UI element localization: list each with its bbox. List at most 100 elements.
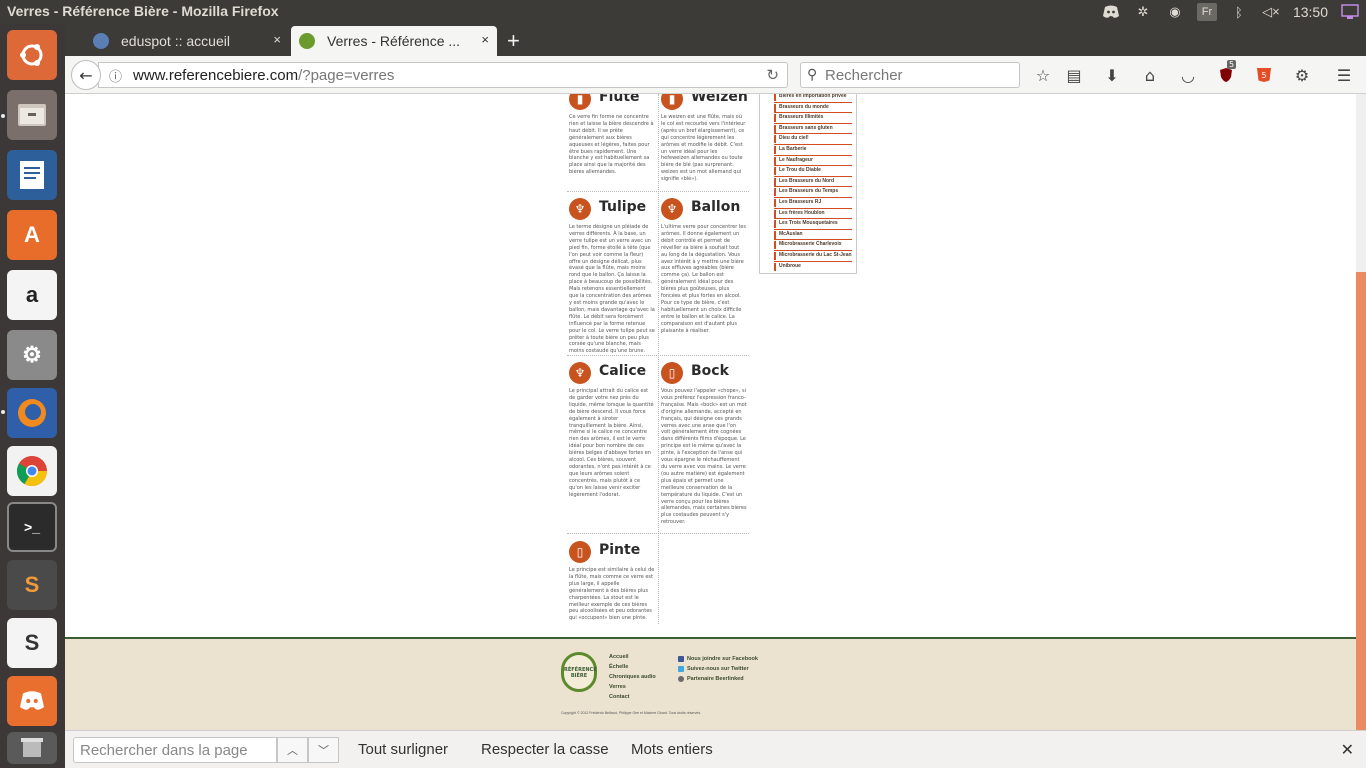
beerlinked-icon bbox=[678, 676, 684, 682]
footer-link-contact[interactable]: Contact bbox=[609, 694, 656, 704]
discord-tray-icon[interactable] bbox=[1101, 3, 1121, 21]
brewer-link[interactable]: Les Brasseurs du Temps bbox=[774, 187, 852, 198]
svg-text:5: 5 bbox=[1261, 71, 1266, 80]
amazon-icon[interactable]: a bbox=[7, 270, 57, 320]
footer-link-twitter[interactable]: Suivez-nous sur Twitter bbox=[678, 664, 758, 674]
copyright: Copyright © 2012 Frédérick Bellavoi, Phi… bbox=[561, 711, 702, 715]
trash-icon[interactable] bbox=[7, 732, 57, 764]
bookmarks-library-icon[interactable]: ▤ bbox=[1063, 64, 1085, 86]
files-icon[interactable] bbox=[7, 90, 57, 140]
url-bar[interactable]: ⓘ www.referencebiere.com/?page=verres ↻ bbox=[98, 62, 788, 88]
volume-muted-icon[interactable]: ◁× bbox=[1261, 3, 1281, 21]
brewer-link[interactable]: Microbrasserie du Lac St-Jean bbox=[774, 251, 852, 262]
footer-link-beerlinked[interactable]: Partenaire Beerlinked bbox=[678, 674, 758, 684]
glass-name: Ballon bbox=[691, 199, 741, 215]
extension-icon[interactable]: ⚙ bbox=[1291, 64, 1313, 86]
site-info-icon[interactable]: ⓘ bbox=[109, 66, 122, 85]
brewer-link[interactable]: Microbrasserie Charlevoix bbox=[774, 240, 852, 251]
writer-icon[interactable] bbox=[7, 150, 57, 200]
search-bar[interactable]: ⚲ Rechercher bbox=[800, 62, 1020, 88]
terminal-icon[interactable]: >_ bbox=[7, 502, 57, 552]
home-icon[interactable]: ⌂ bbox=[1139, 64, 1161, 86]
software-center-icon[interactable]: A bbox=[7, 210, 57, 260]
pint-glass-icon: ▯ bbox=[569, 541, 591, 563]
new-tab-button[interactable]: + bbox=[507, 28, 520, 54]
glass-description: L'ultime verre pour concentrer les arôme… bbox=[661, 224, 746, 334]
wireless-icon[interactable]: ◉ bbox=[1165, 3, 1185, 21]
discord-icon[interactable] bbox=[7, 676, 57, 726]
ublock-icon[interactable]: 5 bbox=[1215, 60, 1237, 86]
close-findbar-icon[interactable]: ✕ bbox=[1341, 740, 1354, 760]
brewer-link[interactable]: La Barberie bbox=[774, 145, 852, 156]
sublime-text-icon[interactable]: S bbox=[7, 560, 57, 610]
globe-icon bbox=[93, 33, 109, 49]
tab-eduspot[interactable]: eduspot :: accueil × bbox=[85, 26, 289, 56]
footer-nav: Accueil Échelle Chroniques audio Verres … bbox=[609, 654, 656, 704]
window-title: Verres - Référence Bière - Mozilla Firef… bbox=[7, 3, 279, 19]
find-previous-button[interactable]: ︿ bbox=[277, 737, 308, 763]
glass-name: Weizen bbox=[691, 94, 748, 105]
system-settings-icon[interactable]: ⚙ bbox=[7, 330, 57, 380]
logo-text: RÉFÉRENCE BIÈRE bbox=[564, 667, 597, 679]
bluetooth-icon[interactable]: ᛒ bbox=[1229, 3, 1249, 21]
url-path: /?page=verres bbox=[298, 67, 395, 84]
brewer-link[interactable]: Brasseurs sans gluten bbox=[774, 124, 852, 135]
bookmark-star-icon[interactable]: ☆ bbox=[1032, 64, 1054, 86]
brewer-link[interactable]: Unibroue bbox=[774, 262, 852, 273]
running-indicator bbox=[1, 410, 5, 414]
footer-link-facebook[interactable]: Nous joindre sur Facebook bbox=[678, 654, 758, 664]
whole-words-toggle[interactable]: Mots entiers bbox=[631, 741, 713, 758]
footer-link-accueil[interactable]: Accueil bbox=[609, 654, 656, 664]
chevron-down-icon: ﹀ bbox=[318, 745, 329, 757]
back-button[interactable]: ← bbox=[71, 60, 101, 90]
brewer-link[interactable]: McAuslan bbox=[774, 230, 852, 241]
brewer-link[interactable]: Les Trois Mousquetaires bbox=[774, 219, 852, 230]
footer-link-echelle[interactable]: Échelle bbox=[609, 664, 656, 674]
brewer-link[interactable]: Les Brasseurs du Nord bbox=[774, 177, 852, 188]
ubuntu-dash-icon[interactable] bbox=[7, 30, 57, 80]
footer-link-verres[interactable]: Verres bbox=[609, 684, 656, 694]
brewer-link[interactable]: Le Trou du Diable bbox=[774, 166, 852, 177]
brewer-link[interactable]: Les frères Houblon bbox=[774, 209, 852, 220]
tab-label: Verres - Référence ... bbox=[327, 33, 461, 49]
brewer-link[interactable]: Brasseurs Illimités bbox=[774, 113, 852, 124]
find-next-button[interactable]: ﹀ bbox=[308, 737, 339, 763]
brewers-sidebar: Bières en importation privée Brasseurs d… bbox=[759, 94, 857, 274]
keyboard-layout-indicator[interactable]: Fr bbox=[1196, 3, 1217, 21]
footer-link-chroniques[interactable]: Chroniques audio bbox=[609, 674, 656, 684]
highlight-all-toggle[interactable]: Tout surligner bbox=[358, 741, 448, 758]
search-icon: ⚲ bbox=[807, 66, 818, 82]
url-text[interactable]: www.referencebiere.com/?page=verres bbox=[133, 67, 394, 84]
brewer-link[interactable]: Bières en importation privée bbox=[774, 94, 852, 103]
glass-description: Le principe est similaire à celui de la … bbox=[569, 567, 655, 622]
html5-icon[interactable]: 5 bbox=[1253, 64, 1275, 86]
close-tab-icon[interactable]: × bbox=[273, 32, 281, 47]
reference-biere-logo[interactable]: RÉFÉRENCE BIÈRE bbox=[561, 652, 597, 692]
chrome-icon[interactable] bbox=[7, 446, 57, 496]
pocket-icon[interactable]: ◡ bbox=[1177, 64, 1199, 86]
brewer-link[interactable]: Les Brasseurs RJ bbox=[774, 198, 852, 209]
brewer-link[interactable]: Dieu du ciel! bbox=[774, 134, 852, 145]
power-icon[interactable] bbox=[1340, 3, 1360, 21]
match-case-toggle[interactable]: Respecter la casse bbox=[481, 741, 609, 758]
scrollbar-thumb[interactable] bbox=[1356, 272, 1366, 730]
glass-description: Vous pouvez l'appeler «chope», si vous p… bbox=[661, 388, 747, 526]
glass-name: Bock bbox=[691, 363, 729, 379]
glass-description: Le weizen est une flûte, mais où le col … bbox=[661, 114, 746, 183]
tab-verres[interactable]: Verres - Référence ... × bbox=[291, 26, 497, 56]
firefox-icon[interactable] bbox=[7, 388, 57, 438]
clock[interactable]: 13:50 bbox=[1293, 4, 1328, 20]
menu-hamburger-icon[interactable]: ☰ bbox=[1333, 64, 1355, 86]
settings-tray-icon[interactable]: ✲ bbox=[1133, 3, 1153, 21]
glass-description: Ce verre fin forme ne concentre rien et … bbox=[569, 114, 654, 176]
brewer-link[interactable]: Brasseurs du monde bbox=[774, 103, 852, 114]
close-tab-icon[interactable]: × bbox=[481, 32, 489, 47]
slack-icon[interactable]: S bbox=[7, 618, 57, 668]
reload-icon[interactable]: ↻ bbox=[766, 66, 779, 84]
system-tray: ✲ ◉ Fr ᛒ ◁× 13:50 bbox=[1101, 2, 1360, 22]
find-input[interactable] bbox=[74, 738, 276, 762]
ublock-badge: 5 bbox=[1227, 60, 1237, 69]
downloads-icon[interactable]: ⬇ bbox=[1101, 64, 1123, 86]
brewer-link[interactable]: Le Naufrageur bbox=[774, 156, 852, 167]
glass-description: Le principal attrait du calice est de ga… bbox=[569, 388, 654, 498]
